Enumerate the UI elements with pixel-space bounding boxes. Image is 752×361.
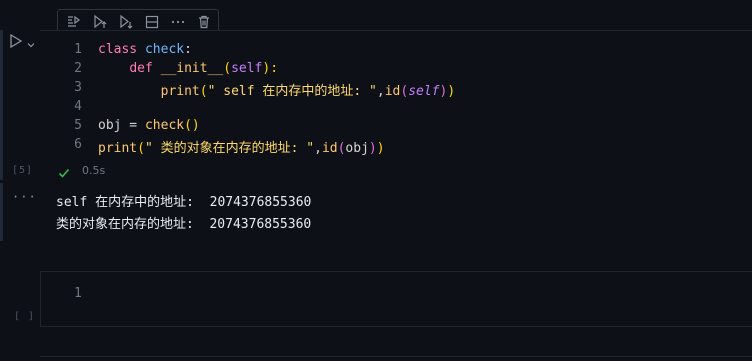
builtin-function: id — [321, 141, 338, 156]
code-line: class check: — [98, 42, 192, 57]
execution-time: 0.5s — [82, 164, 106, 177]
output-bar — [0, 183, 3, 241]
punctuation: ( — [400, 84, 409, 99]
variable: obj — [345, 141, 369, 156]
variable: obj — [98, 118, 122, 133]
check-icon — [58, 164, 70, 178]
code-cell-empty[interactable] — [40, 271, 752, 327]
code-line: print(" self 在内存中的地址: ",id(self)) — [98, 80, 456, 99]
function-name: __init__ — [160, 61, 224, 76]
builtin-function: print — [98, 141, 138, 156]
code-line: def __init__(self): — [98, 61, 278, 76]
builtin-function: print — [160, 84, 200, 99]
execution-count: [5] — [12, 165, 34, 176]
execution-count: [ ] — [14, 311, 36, 322]
line-number: 3 — [74, 80, 82, 95]
string-literal: " self 在内存中的地址: " — [207, 84, 377, 99]
parameter: self — [231, 61, 263, 76]
keyword: def — [129, 61, 153, 76]
punctuation: () — [184, 118, 200, 133]
line-number: 6 — [74, 137, 82, 152]
builtin-function: id — [384, 84, 401, 99]
code-line: obj = check() — [98, 118, 200, 133]
class-name: check — [144, 42, 185, 57]
punctuation: ( — [199, 84, 208, 99]
punctuation: ): — [262, 61, 279, 76]
string-literal: " 类的对象在内存的地址: " — [144, 141, 315, 156]
punctuation: ) — [368, 141, 377, 156]
output-text: 类的对象在内存的地址: 2074376855360 — [56, 217, 312, 232]
run-cell-icon[interactable] — [9, 33, 23, 49]
punctuation: : — [184, 42, 192, 57]
punctuation: ) — [447, 84, 456, 99]
punctuation: , — [314, 141, 322, 156]
class-call: check — [144, 118, 185, 133]
divider — [40, 356, 752, 357]
output-menu-icon[interactable]: ··· — [12, 190, 37, 204]
punctuation: ( — [223, 61, 232, 76]
line-number: 1 — [74, 42, 82, 57]
line-number: 1 — [74, 286, 82, 301]
punctuation: , — [376, 84, 385, 99]
operator: = — [121, 118, 145, 133]
punctuation: ( — [137, 141, 145, 156]
line-number: 4 — [74, 99, 82, 114]
code-line: print(" 类的对象在内存的地址: ",id(obj)) — [98, 137, 385, 156]
line-number: 5 — [74, 118, 82, 133]
punctuation: ) — [376, 141, 385, 156]
keyword: class — [98, 42, 138, 57]
output-text: self 在内存中的地址: 2074376855360 — [56, 195, 312, 210]
parameter: self — [408, 84, 440, 99]
chevron-down-icon[interactable] — [26, 35, 36, 48]
cell-focus-bar — [0, 30, 3, 180]
line-number: 2 — [74, 61, 82, 76]
